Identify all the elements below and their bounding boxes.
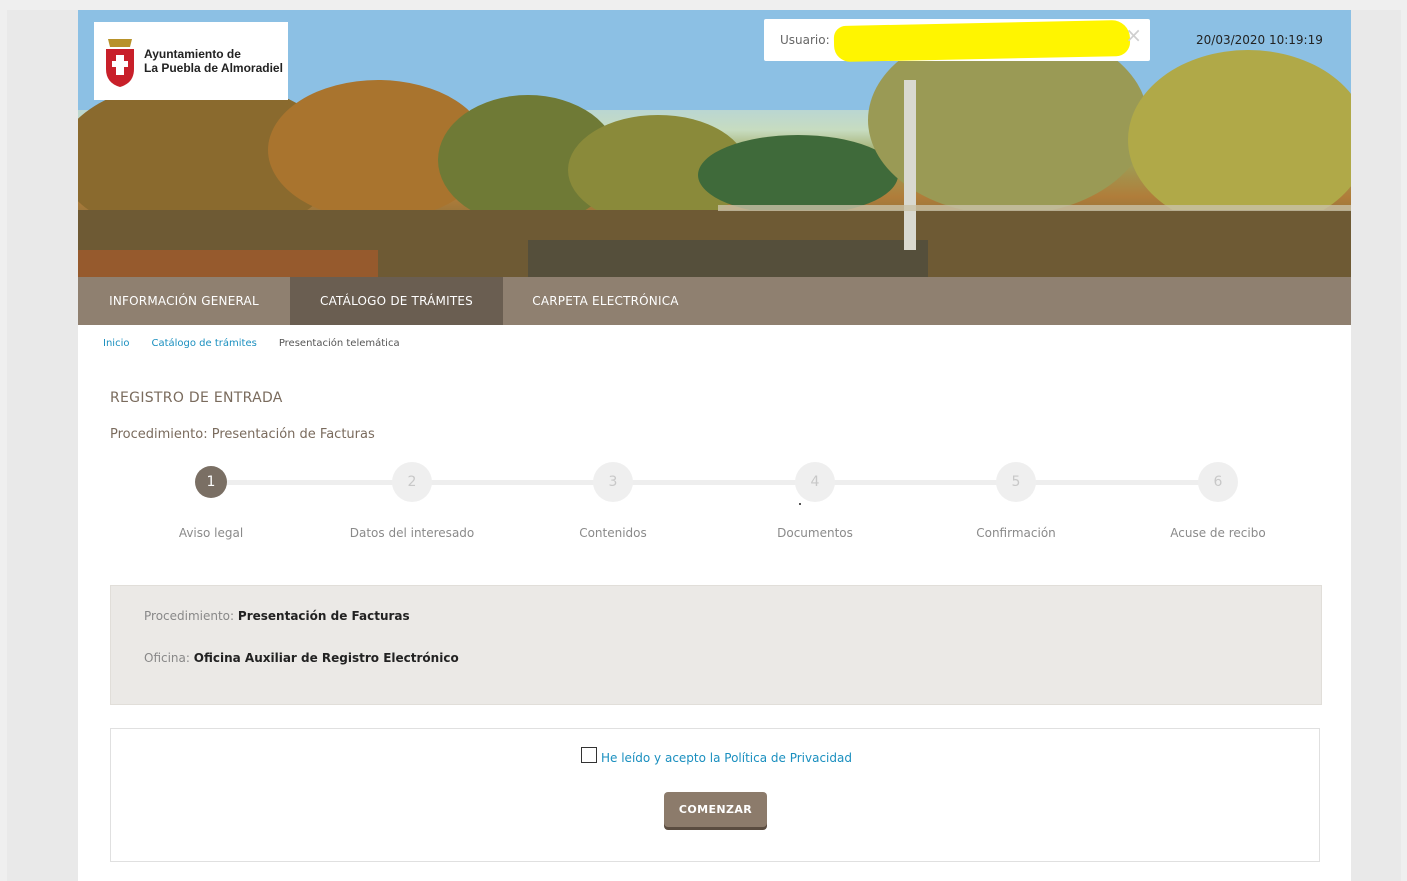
nav-item-carpeta-electronica[interactable]: CARPETA ELECTRÓNICA [503, 277, 708, 325]
org-name-line2: La Puebla de Almoradiel [144, 61, 283, 75]
breadcrumb-current: Presentación telemática [278, 338, 400, 349]
step-6-label: Acuse de recibo [1170, 526, 1266, 540]
breadcrumb-catalogo[interactable]: Catálogo de trámites [151, 338, 256, 349]
step-6-circle: 6 [1198, 462, 1238, 502]
nav-item-informacion-general[interactable]: INFORMACIÓN GENERAL [78, 277, 290, 325]
procedure-row: Procedimiento: Presentación de Facturas [144, 609, 410, 623]
steps-progress-line [211, 480, 1219, 485]
office-row: Oficina: Oficina Auxiliar de Registro El… [144, 651, 459, 665]
header-banner: Ayuntamiento de La Puebla de Almoradiel … [78, 10, 1351, 277]
step-4-label: Documentos [777, 526, 853, 540]
step-1-label: Aviso legal [178, 526, 244, 540]
step-2-label: Datos del interesado [349, 526, 475, 540]
stray-dot [799, 503, 801, 505]
page-title: REGISTRO DE ENTRADA [110, 390, 283, 406]
close-icon[interactable]: × [1125, 23, 1142, 47]
step-2-circle: 2 [392, 462, 432, 502]
page-margin-right [1351, 10, 1401, 881]
breadcrumb: Inicio Catálogo de trámites Presentación… [103, 338, 400, 349]
municipality-logo[interactable]: Ayuntamiento de La Puebla de Almoradiel [94, 22, 288, 100]
procedure-info-box: Procedimiento: Presentación de Facturas … [110, 585, 1322, 705]
user-info-box: Usuario: × [764, 19, 1150, 63]
step-3-circle: 3 [593, 462, 633, 502]
page-container: Ayuntamiento de La Puebla de Almoradiel … [78, 10, 1351, 881]
step-5-label: Confirmación [976, 526, 1056, 540]
page-margin-left [7, 10, 78, 881]
page-subtitle: Procedimiento: Presentación de Facturas [110, 427, 375, 442]
start-button[interactable]: COMENZAR [664, 792, 767, 827]
step-1-circle: 1 [195, 466, 227, 498]
office-label: Oficina: [144, 651, 190, 665]
coat-of-arms-icon [106, 39, 134, 87]
datetime-display: 20/03/2020 10:19:19 [1196, 33, 1323, 47]
nav-item-catalogo-tramites[interactable]: CATÁLOGO DE TRÁMITES [290, 277, 503, 325]
org-name-line1: Ayuntamiento de [144, 47, 241, 61]
breadcrumb-inicio[interactable]: Inicio [103, 338, 129, 349]
start-form-box: He leído y acepto la Política de Privaci… [110, 728, 1320, 862]
procedure-label: Procedimiento: [144, 609, 235, 623]
procedure-value: Presentación de Facturas [237, 609, 410, 623]
step-4-circle: 4 [795, 462, 835, 502]
office-value: Oficina Auxiliar de Registro Electrónico [193, 651, 459, 665]
redacted-username [833, 19, 1131, 63]
privacy-policy-link[interactable]: He leído y acepto la Política de Privaci… [601, 751, 852, 765]
step-5-circle: 5 [996, 462, 1036, 502]
user-label: Usuario: [780, 33, 830, 47]
privacy-checkbox[interactable] [581, 747, 597, 763]
step-3-label: Contenidos [579, 526, 647, 540]
main-nav: INFORMACIÓN GENERAL CATÁLOGO DE TRÁMITES… [78, 277, 1351, 325]
